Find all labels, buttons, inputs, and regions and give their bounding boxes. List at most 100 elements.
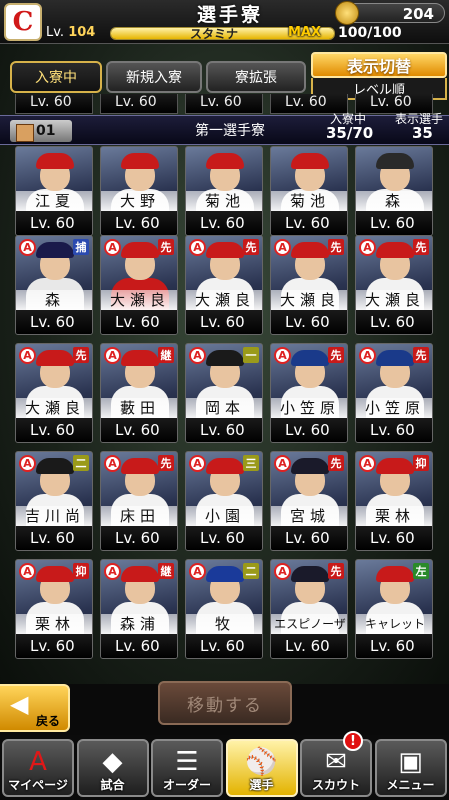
rank-a-icon: A [104, 239, 121, 256]
nav-item-order[interactable]: ☰ オーダー [151, 739, 223, 797]
rank-a-icon: A [104, 563, 121, 580]
tab-new-entry[interactable]: 新規入寮 [106, 61, 202, 93]
player-card[interactable]: A 先小笠原 Lv. 60 [355, 343, 433, 443]
player-card[interactable]: A 先大瀬良 Lv. 60 [185, 235, 263, 335]
player-cap [206, 566, 244, 582]
tab-in-dorm[interactable]: 入寮中 [10, 61, 102, 93]
player-card[interactable]: A 先宮城 Lv. 60 [270, 451, 348, 551]
player-card[interactable]: A 抑栗林 Lv. 60 [355, 451, 433, 551]
position-badge: 先 [158, 455, 174, 471]
position-badge: 左 [413, 563, 429, 579]
player-name: 牧 [186, 614, 262, 634]
player-card[interactable]: 菊池 Lv. 60 [185, 146, 263, 236]
dorm-name: 第一選手寮 [195, 123, 265, 139]
position-badge: 抑 [73, 563, 89, 579]
player-card[interactable]: 菊池 Lv. 60 [270, 146, 348, 236]
display-toggle-button[interactable]: 表示切替 [311, 52, 447, 78]
player-cap [376, 242, 414, 258]
player-card[interactable]: A 先小笠原 Lv. 60 [270, 343, 348, 443]
player-card[interactable]: A 二牧 Lv. 60 [185, 559, 263, 659]
player-card[interactable]: 大野 Lv. 60 [100, 146, 178, 236]
player-card[interactable]: A 継森浦 Lv. 60 [100, 559, 178, 659]
position-badge: 先 [73, 347, 89, 363]
back-button[interactable]: ◀ 戻る [0, 684, 70, 732]
player-cap [36, 153, 74, 169]
rank-a-icon: A [274, 347, 291, 364]
position-badge: 一 [243, 347, 259, 363]
player-level: Lv. 60 [186, 634, 262, 658]
player-card[interactable]: A 先大瀬良 Lv. 60 [100, 235, 178, 335]
stamina-label: スタミナ [190, 27, 239, 41]
player-card[interactable]: A 抑栗林 Lv. 60 [15, 559, 93, 659]
rank-a-icon: A [274, 563, 291, 580]
player-card[interactable]: A 先エスピノーザ Lv. 60 [270, 559, 348, 659]
nav-label: マイページ [8, 778, 68, 792]
player-level: Lv. 60 [356, 211, 432, 235]
player-cap [121, 458, 159, 474]
player-cap [121, 566, 159, 582]
player-name: 栗林 [356, 506, 432, 526]
coin-counter[interactable]: 204 [335, 1, 445, 25]
player-card[interactable]: A 先大瀬良 Lv. 60 [355, 235, 433, 335]
tab-dorm-expand[interactable]: 寮拡張 [206, 61, 306, 93]
player-cap [291, 153, 329, 169]
position-badge: 先 [243, 239, 259, 255]
nav-item-menu[interactable]: ▣ メニュー [374, 739, 447, 797]
dorm-number: 01 [10, 120, 72, 142]
team-logo[interactable]: C [4, 3, 42, 41]
shown-value: 35 [412, 124, 433, 142]
position-badge: 先 [328, 239, 344, 255]
player-card[interactable]: A 三小園 Lv. 60 [185, 451, 263, 551]
position-badge: 捕 [73, 239, 89, 255]
nav-item-stadium[interactable]: ◆ 試合 [76, 739, 149, 797]
position-badge: 先 [413, 239, 429, 255]
player-level: Lv. 104 [46, 25, 95, 40]
player-card[interactable]: A 継藪田 Lv. 60 [100, 343, 178, 443]
player-name: 菊池 [186, 191, 262, 211]
player-cap [36, 566, 74, 582]
position-badge: 抑 [413, 455, 429, 471]
player-cap [376, 350, 414, 366]
move-button[interactable]: 移動する [158, 681, 292, 725]
team-logo-glyph: C [12, 7, 34, 37]
rank-a-icon: A [189, 239, 206, 256]
player-card[interactable]: A 捕森 Lv. 60 [15, 235, 93, 335]
player-card[interactable]: A 一岡本 Lv. 60 [185, 343, 263, 443]
player-card[interactable]: 江夏 Lv. 60 [15, 146, 93, 236]
player-level: Lv. 60 [16, 634, 92, 658]
order-icon: ☰ [175, 747, 199, 777]
nav-item-home[interactable]: A マイページ [2, 739, 74, 797]
nav-item-scout[interactable]: ✉ スカウト [300, 739, 372, 797]
player-level: Lv. 60 [186, 310, 262, 334]
rank-a-icon: A [19, 563, 36, 580]
partial-card-level: Lv. 60 [185, 94, 263, 114]
player-cap [291, 458, 329, 474]
player-cap [121, 153, 159, 169]
player-name: 森浦 [101, 614, 177, 634]
back-arrow-icon: ◀ [10, 690, 29, 718]
rank-a-icon: A [189, 455, 206, 472]
position-badge: 三 [243, 455, 259, 471]
player-card[interactable]: 左キャレット Lv. 60 [355, 559, 433, 659]
player-name: 小笠原 [356, 398, 432, 418]
stadium-icon: ◆ [102, 747, 123, 777]
player-level: Lv. 60 [271, 634, 347, 658]
player-level: Lv. 60 [101, 310, 177, 334]
player-icon: ⚾ [245, 747, 278, 777]
player-card[interactable]: A 先大瀬良 Lv. 60 [15, 343, 93, 443]
player-card[interactable]: A 二吉川尚 Lv. 60 [15, 451, 93, 551]
player-cap [291, 350, 329, 366]
nav-item-player[interactable]: ⚾ 選手 [225, 739, 298, 797]
player-level: Lv. 60 [16, 310, 92, 334]
dorm-number-value: 01 [36, 123, 56, 139]
player-cap [291, 242, 329, 258]
player-card[interactable]: 森 Lv. 60 [355, 146, 433, 236]
player-level: Lv. 60 [101, 418, 177, 442]
rank-a-icon: A [19, 455, 36, 472]
player-level: Lv. 60 [271, 310, 347, 334]
player-cap [121, 350, 159, 366]
player-card[interactable]: A 先大瀬良 Lv. 60 [270, 235, 348, 335]
rank-a-icon: A [359, 239, 376, 256]
coin-icon [335, 1, 359, 25]
player-card[interactable]: A 先床田 Lv. 60 [100, 451, 178, 551]
